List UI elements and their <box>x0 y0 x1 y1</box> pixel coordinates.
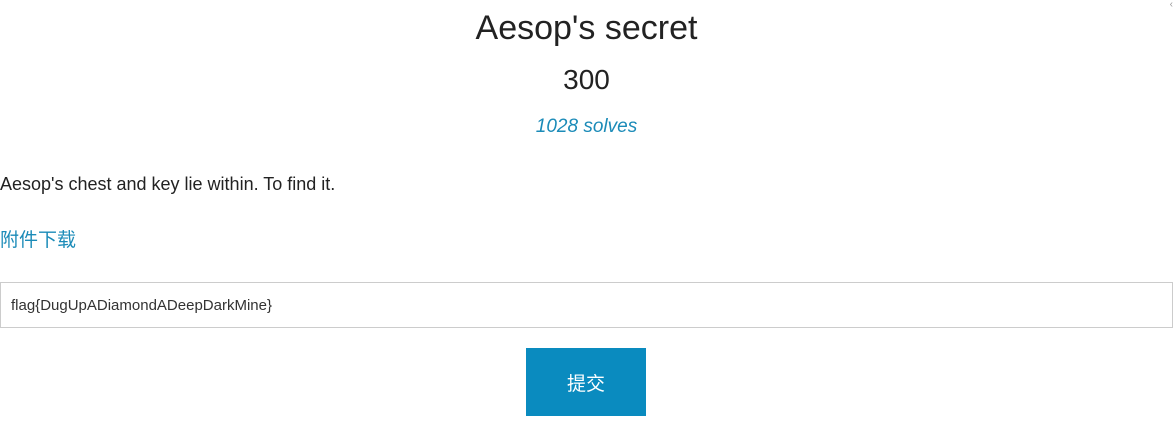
attachment-download-link[interactable]: 附件下载 <box>0 229 76 253</box>
challenge-title: Aesop's secret <box>475 9 698 47</box>
challenge-description: Aesop's chest and key lie within. To fin… <box>0 174 336 194</box>
flag-input[interactable] <box>0 282 1173 328</box>
challenge-points: 300 <box>563 64 610 95</box>
challenge-page: ‹ Aesop's secret 300 1028 solves Aesop's… <box>0 0 1173 441</box>
solves-count: 1028 solves <box>535 116 638 137</box>
submit-button[interactable]: 提交 <box>526 348 646 416</box>
